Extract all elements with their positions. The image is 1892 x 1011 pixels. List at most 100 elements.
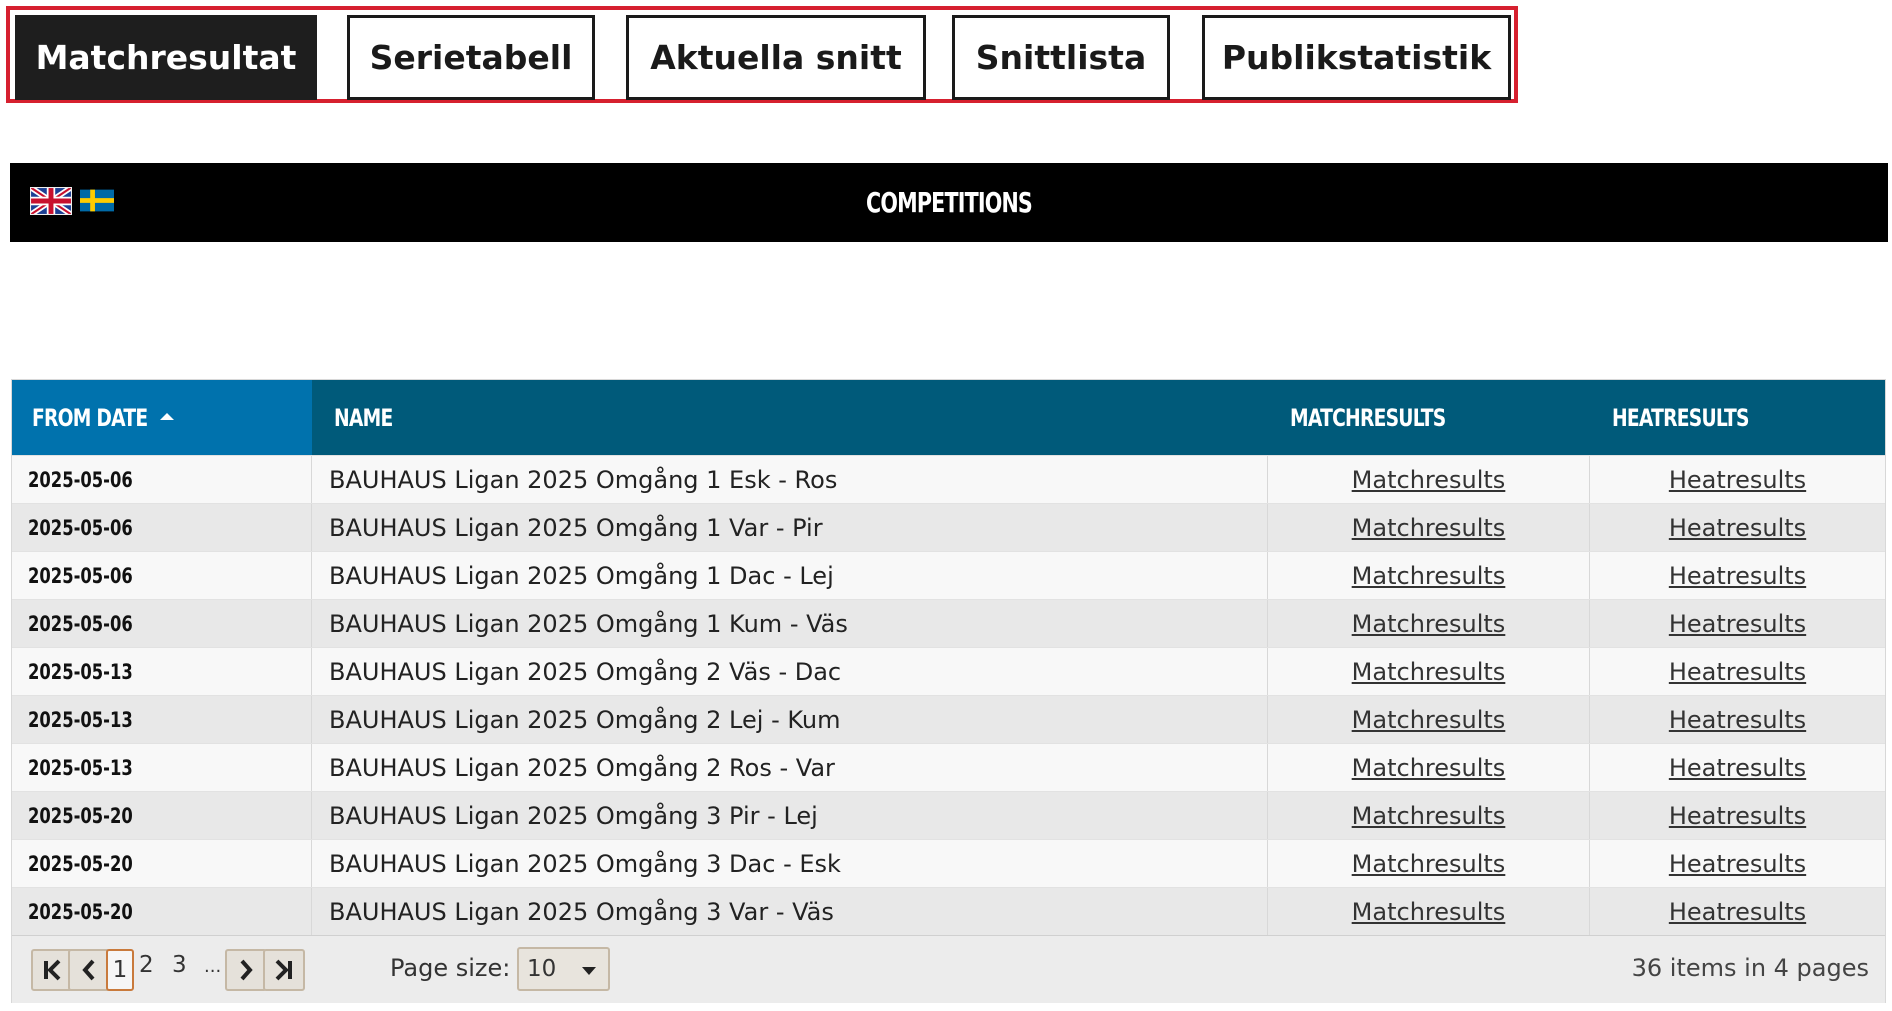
name-cell: BAUHAUS Ligan 2025 Omgång 2 Lej - Kum (312, 696, 1268, 744)
date-value: 2025-05-06 (28, 564, 133, 588)
heatresults-link[interactable]: Heatresults (1669, 562, 1806, 590)
table-row: 2025-05-20 BAUHAUS Ligan 2025 Omgång 3 P… (12, 791, 1885, 840)
name-cell: BAUHAUS Ligan 2025 Omgång 2 Ros - Var (312, 744, 1268, 792)
heatresults-cell: Heatresults (1590, 696, 1885, 744)
date-value: 2025-05-06 (28, 468, 133, 492)
heatresults-link[interactable]: Heatresults (1669, 754, 1806, 782)
grid-header: FROM DATE NAME MATCHRESULTS HEATRESULTS (12, 380, 1885, 455)
column-header-label: MATCHRESULTS (1290, 403, 1446, 432)
table-row: 2025-05-06 BAUHAUS Ligan 2025 Omgång 1 K… (12, 599, 1885, 648)
first-page-icon (44, 959, 61, 981)
heatresults-cell: Heatresults (1590, 840, 1885, 888)
page-size-value: 10 (527, 956, 557, 982)
column-header-name[interactable]: NAME (312, 380, 1268, 455)
matchresults-link[interactable]: Matchresults (1352, 466, 1506, 494)
column-header-heatresults[interactable]: HEATRESULTS (1590, 380, 1885, 455)
date-value: 2025-05-13 (28, 756, 133, 780)
date-cell: 2025-05-06 (12, 456, 312, 504)
matchresults-link[interactable]: Matchresults (1352, 850, 1506, 878)
heatresults-link[interactable]: Heatresults (1669, 802, 1806, 830)
matchresults-cell: Matchresults (1268, 648, 1590, 696)
matchresults-link[interactable]: Matchresults (1352, 658, 1506, 686)
matchresults-cell: Matchresults (1268, 456, 1590, 504)
tab-aktuella-snitt[interactable]: Aktuella snitt (626, 15, 926, 100)
column-header-label: NAME (334, 403, 393, 432)
competitions-grid: FROM DATE NAME MATCHRESULTS HEATRESULTS … (11, 379, 1886, 1003)
more-pages[interactable]: ... (204, 956, 221, 977)
table-row: 2025-05-13 BAUHAUS Ligan 2025 Omgång 2 V… (12, 647, 1885, 696)
page-number-3[interactable]: 3 (172, 952, 187, 978)
matchresults-cell: Matchresults (1268, 504, 1590, 552)
pager-info: 36 items in 4 pages (1631, 954, 1869, 982)
heatresults-link[interactable]: Heatresults (1669, 610, 1806, 638)
swedish-flag-icon[interactable] (80, 189, 114, 212)
heatresults-cell: Heatresults (1590, 504, 1885, 552)
heatresults-cell: Heatresults (1590, 648, 1885, 696)
heatresults-cell: Heatresults (1590, 600, 1885, 648)
heatresults-link[interactable]: Heatresults (1669, 898, 1806, 926)
tab-bar: Matchresultat Serietabell Aktuella snitt… (6, 6, 1518, 103)
heatresults-cell: Heatresults (1590, 744, 1885, 792)
matchresults-link[interactable]: Matchresults (1352, 514, 1506, 542)
next-page-button[interactable] (225, 949, 267, 991)
table-row: 2025-05-20 BAUHAUS Ligan 2025 Omgång 3 D… (12, 839, 1885, 888)
chevron-left-icon (82, 959, 95, 981)
matchresults-cell: Matchresults (1268, 600, 1590, 648)
heatresults-link[interactable]: Heatresults (1669, 706, 1806, 734)
column-header-matchresults[interactable]: MATCHRESULTS (1268, 380, 1590, 455)
table-row: 2025-05-20 BAUHAUS Ligan 2025 Omgång 3 V… (12, 887, 1885, 936)
date-cell: 2025-05-20 (12, 840, 312, 888)
page-size-select[interactable]: 10 (517, 947, 610, 991)
page-number-1[interactable]: 1 (106, 949, 134, 991)
english-flag-icon[interactable] (30, 187, 72, 215)
page-number-2[interactable]: 2 (139, 952, 154, 978)
first-page-button[interactable] (31, 949, 73, 991)
table-row: 2025-05-06 BAUHAUS Ligan 2025 Omgång 1 D… (12, 551, 1885, 600)
heatresults-link[interactable]: Heatresults (1669, 466, 1806, 494)
name-cell: BAUHAUS Ligan 2025 Omgång 3 Var - Väs (312, 888, 1268, 936)
matchresults-link[interactable]: Matchresults (1352, 610, 1506, 638)
last-page-button[interactable] (263, 949, 305, 991)
matchresults-cell: Matchresults (1268, 840, 1590, 888)
column-header-label: FROM DATE (32, 403, 148, 432)
matchresults-link[interactable]: Matchresults (1352, 706, 1506, 734)
matchresults-link[interactable]: Matchresults (1352, 754, 1506, 782)
table-row: 2025-05-06 BAUHAUS Ligan 2025 Omgång 1 V… (12, 503, 1885, 552)
matchresults-cell: Matchresults (1268, 696, 1590, 744)
date-cell: 2025-05-06 (12, 600, 312, 648)
matchresults-cell: Matchresults (1268, 792, 1590, 840)
competitions-header: COMPETITIONS (10, 163, 1888, 242)
tab-publikstatistik[interactable]: Publikstatistik (1202, 15, 1511, 100)
previous-page-button[interactable] (68, 949, 110, 991)
date-cell: 2025-05-06 (12, 552, 312, 600)
date-cell: 2025-05-13 (12, 744, 312, 792)
heatresults-link[interactable]: Heatresults (1669, 850, 1806, 878)
date-cell: 2025-05-20 (12, 792, 312, 840)
column-header-from-date[interactable]: FROM DATE (12, 380, 312, 455)
date-cell: 2025-05-20 (12, 888, 312, 936)
page-size-label: Page size: (390, 954, 511, 982)
table-row: 2025-05-06 BAUHAUS Ligan 2025 Omgång 1 E… (12, 455, 1885, 504)
matchresults-link[interactable]: Matchresults (1352, 562, 1506, 590)
date-value: 2025-05-13 (28, 660, 133, 684)
matchresults-cell: Matchresults (1268, 888, 1590, 936)
table-row: 2025-05-13 BAUHAUS Ligan 2025 Omgång 2 R… (12, 743, 1885, 792)
date-value: 2025-05-20 (28, 852, 133, 876)
tab-matchresultat[interactable]: Matchresultat (15, 15, 317, 100)
heatresults-link[interactable]: Heatresults (1669, 658, 1806, 686)
table-row: 2025-05-13 BAUHAUS Ligan 2025 Omgång 2 L… (12, 695, 1885, 744)
tab-serietabell[interactable]: Serietabell (347, 15, 595, 100)
last-page-icon (275, 959, 292, 981)
matchresults-cell: Matchresults (1268, 744, 1590, 792)
matchresults-link[interactable]: Matchresults (1352, 802, 1506, 830)
name-cell: BAUHAUS Ligan 2025 Omgång 1 Esk - Ros (312, 456, 1268, 504)
date-value: 2025-05-06 (28, 516, 133, 540)
tab-snittlista[interactable]: Snittlista (952, 15, 1170, 100)
heatresults-cell: Heatresults (1590, 888, 1885, 936)
date-value: 2025-05-20 (28, 804, 133, 828)
date-cell: 2025-05-13 (12, 696, 312, 744)
heatresults-link[interactable]: Heatresults (1669, 514, 1806, 542)
name-cell: BAUHAUS Ligan 2025 Omgång 1 Var - Pir (312, 504, 1268, 552)
matchresults-link[interactable]: Matchresults (1352, 898, 1506, 926)
chevron-down-icon (582, 967, 596, 975)
